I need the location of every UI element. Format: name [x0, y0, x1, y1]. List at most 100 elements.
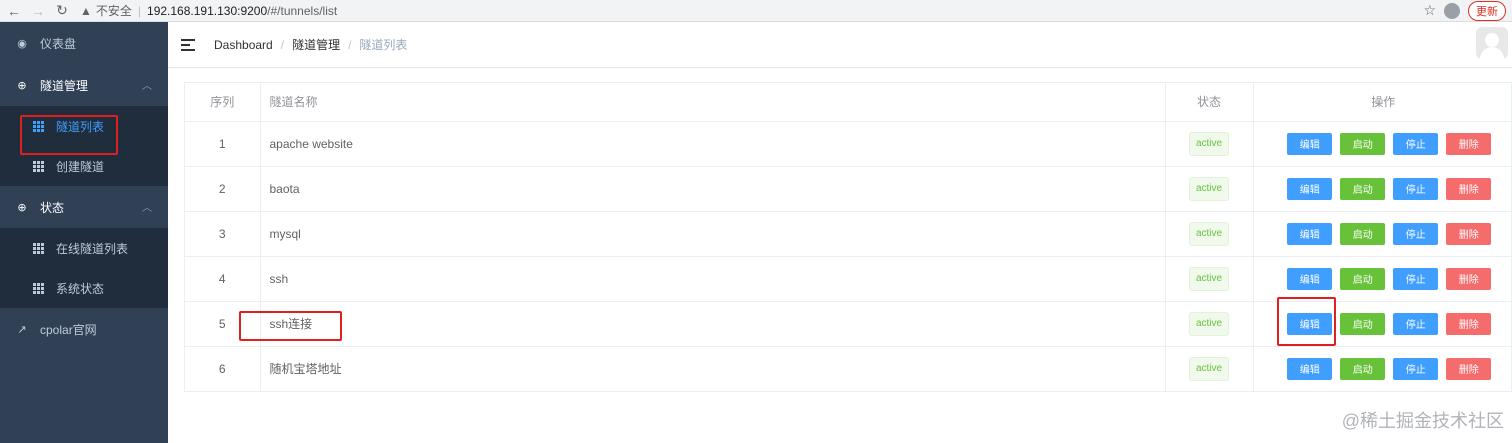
- browser-toolbar: ← → ↻ ▲ 不安全 | 192.168.191.130:9200/#/tun…: [0, 0, 1512, 22]
- edit-button[interactable]: 编辑: [1287, 357, 1333, 380]
- column-header-index: 序列: [185, 83, 261, 122]
- sidebar-item-create-tunnel[interactable]: 创建隧道: [0, 146, 168, 186]
- delete-button[interactable]: 删除: [1446, 357, 1492, 380]
- sidebar-item-tunnel-list[interactable]: 隧道列表: [0, 106, 168, 146]
- grid-icon: [32, 120, 44, 132]
- sidebar-item-system-status[interactable]: 系统状态: [0, 268, 168, 308]
- stop-button[interactable]: 停止: [1393, 312, 1439, 335]
- back-icon[interactable]: ←: [4, 1, 24, 21]
- grid-icon: [32, 282, 44, 294]
- table-row: 2 baota active 编辑 启动 停止 删除: [185, 166, 1512, 212]
- external-link-icon: ↗: [17, 323, 27, 336]
- insecure-label: 不安全: [95, 4, 132, 18]
- status-badge: active: [1188, 176, 1230, 201]
- breadcrumb-tunnel-management[interactable]: 隧道管理: [292, 36, 340, 53]
- column-header-status: 状态: [1164, 83, 1254, 122]
- edit-button[interactable]: 编辑: [1287, 312, 1333, 335]
- breadcrumb-dashboard[interactable]: Dashboard: [214, 38, 273, 52]
- watermark: @稀土掘金技术社区: [1341, 411, 1504, 431]
- sidebar-item-cpolar-site[interactable]: ↗ cpolar官网: [0, 308, 168, 350]
- row-tunnel-name: ssh: [260, 256, 1165, 302]
- table-row: 6 随机宝塔地址 active 编辑 启动 停止 删除: [185, 346, 1512, 391]
- status-badge: active: [1188, 221, 1230, 246]
- stop-button[interactable]: 停止: [1393, 177, 1439, 200]
- edit-button[interactable]: 编辑: [1287, 222, 1333, 245]
- tunnel-table: 序列 隧道名称 状态 操作 1 apache website active 编辑…: [184, 82, 1512, 392]
- row-index: 5: [185, 301, 261, 347]
- sidebar-item-dashboard[interactable]: ◉ 仪表盘: [0, 22, 168, 64]
- start-button[interactable]: 启动: [1340, 267, 1386, 290]
- status-badge: active: [1188, 266, 1230, 291]
- sidebar-item-tunnel-management[interactable]: ⊕ 隧道管理 ︿: [0, 64, 168, 106]
- breadcrumb: Dashboard / 隧道管理 / 隧道列表: [214, 36, 408, 53]
- start-button[interactable]: 启动: [1340, 177, 1386, 200]
- address-separator: |: [137, 3, 142, 18]
- sidebar-item-label: 创建隧道: [56, 159, 105, 174]
- row-tunnel-name: ssh连接: [260, 301, 1165, 347]
- dashboard-icon: ◉: [17, 37, 27, 50]
- start-button[interactable]: 启动: [1340, 132, 1386, 155]
- stop-button[interactable]: 停止: [1393, 357, 1439, 380]
- sidebar: ◉ 仪表盘 ⊕ 隧道管理 ︿ 隧道列表 创建隧道 ⊕ 状态 ︿ 在线隧道列表 系…: [0, 22, 168, 443]
- status-badge: active: [1188, 131, 1230, 156]
- sidebar-item-label: 隧道管理: [40, 78, 89, 93]
- row-index: 2: [185, 166, 261, 212]
- row-index: 1: [185, 121, 261, 167]
- reload-icon[interactable]: ↻: [52, 1, 72, 21]
- row-index: 6: [185, 346, 261, 391]
- sidebar-item-label: cpolar官网: [40, 322, 97, 337]
- sidebar-item-label: 在线隧道列表: [56, 241, 129, 256]
- sidebar-item-label: 隧道列表: [56, 119, 105, 134]
- delete-button[interactable]: 删除: [1446, 267, 1492, 290]
- column-header-name: 隧道名称: [260, 83, 1165, 122]
- grid-icon: [32, 242, 44, 254]
- chevron-up-icon: ︿: [142, 203, 152, 214]
- stop-button[interactable]: 停止: [1393, 222, 1439, 245]
- edit-button[interactable]: 编辑: [1287, 267, 1333, 290]
- edit-button[interactable]: 编辑: [1287, 177, 1333, 200]
- update-button[interactable]: 更新: [1468, 0, 1506, 21]
- profile-icon[interactable]: [1444, 2, 1460, 19]
- bookmark-star-icon[interactable]: ☆: [1423, 2, 1436, 19]
- start-button[interactable]: 启动: [1340, 222, 1386, 245]
- warning-icon: ▲: [80, 3, 92, 18]
- row-index: 3: [185, 211, 261, 257]
- start-button[interactable]: 启动: [1340, 312, 1386, 335]
- navbar: Dashboard / 隧道管理 / 隧道列表: [168, 22, 1512, 68]
- row-tunnel-name: mysql: [260, 211, 1165, 257]
- address-bar[interactable]: ▲ 不安全 | 192.168.191.130:9200/#/tunnels/l…: [80, 2, 337, 20]
- main-content: Dashboard / 隧道管理 / 隧道列表 序列 隧道名称 状态 操作 1 …: [168, 22, 1512, 443]
- chevron-up-icon: ︿: [142, 81, 152, 92]
- table-header-row: 序列 隧道名称 状态 操作: [185, 83, 1512, 122]
- forward-icon[interactable]: →: [28, 1, 48, 21]
- delete-button[interactable]: 删除: [1446, 132, 1492, 155]
- row-tunnel-name: apache website: [260, 121, 1165, 167]
- delete-button[interactable]: 删除: [1446, 177, 1492, 200]
- row-tunnel-name: baota: [260, 166, 1165, 212]
- submenu-tunnels: 隧道列表 创建隧道: [0, 106, 168, 186]
- hamburger-icon[interactable]: [181, 38, 195, 51]
- grid-icon: [32, 160, 44, 172]
- table-row: 1 apache website active 编辑 启动 停止 删除: [185, 121, 1512, 167]
- sidebar-item-status[interactable]: ⊕ 状态 ︿: [0, 186, 168, 228]
- plus-circle-icon: ⊕: [17, 79, 27, 92]
- sidebar-item-online-tunnels[interactable]: 在线隧道列表: [0, 228, 168, 268]
- avatar[interactable]: [1476, 27, 1508, 59]
- row-index: 4: [185, 256, 261, 302]
- sidebar-item-label: 仪表盘: [40, 36, 77, 51]
- row-tunnel-name: 随机宝塔地址: [269, 362, 342, 377]
- table-row: 5 ssh连接 active 编辑 启动 停止 删除: [185, 301, 1512, 347]
- delete-button[interactable]: 删除: [1446, 312, 1492, 335]
- plus-circle-icon: ⊕: [17, 201, 27, 214]
- breadcrumb-tunnel-list: 隧道列表: [359, 38, 408, 52]
- edit-button[interactable]: 编辑: [1287, 132, 1333, 155]
- stop-button[interactable]: 停止: [1393, 132, 1439, 155]
- delete-button[interactable]: 删除: [1446, 222, 1492, 245]
- stop-button[interactable]: 停止: [1393, 267, 1439, 290]
- start-button[interactable]: 启动: [1340, 357, 1386, 380]
- status-badge: active: [1188, 311, 1230, 336]
- url-text: 192.168.191.130:9200/#/tunnels/list: [147, 3, 338, 18]
- table-row: 4 ssh active 编辑 启动 停止 删除: [185, 256, 1512, 302]
- sidebar-item-label: 系统状态: [56, 281, 105, 296]
- column-header-operations: 操作: [1253, 83, 1512, 122]
